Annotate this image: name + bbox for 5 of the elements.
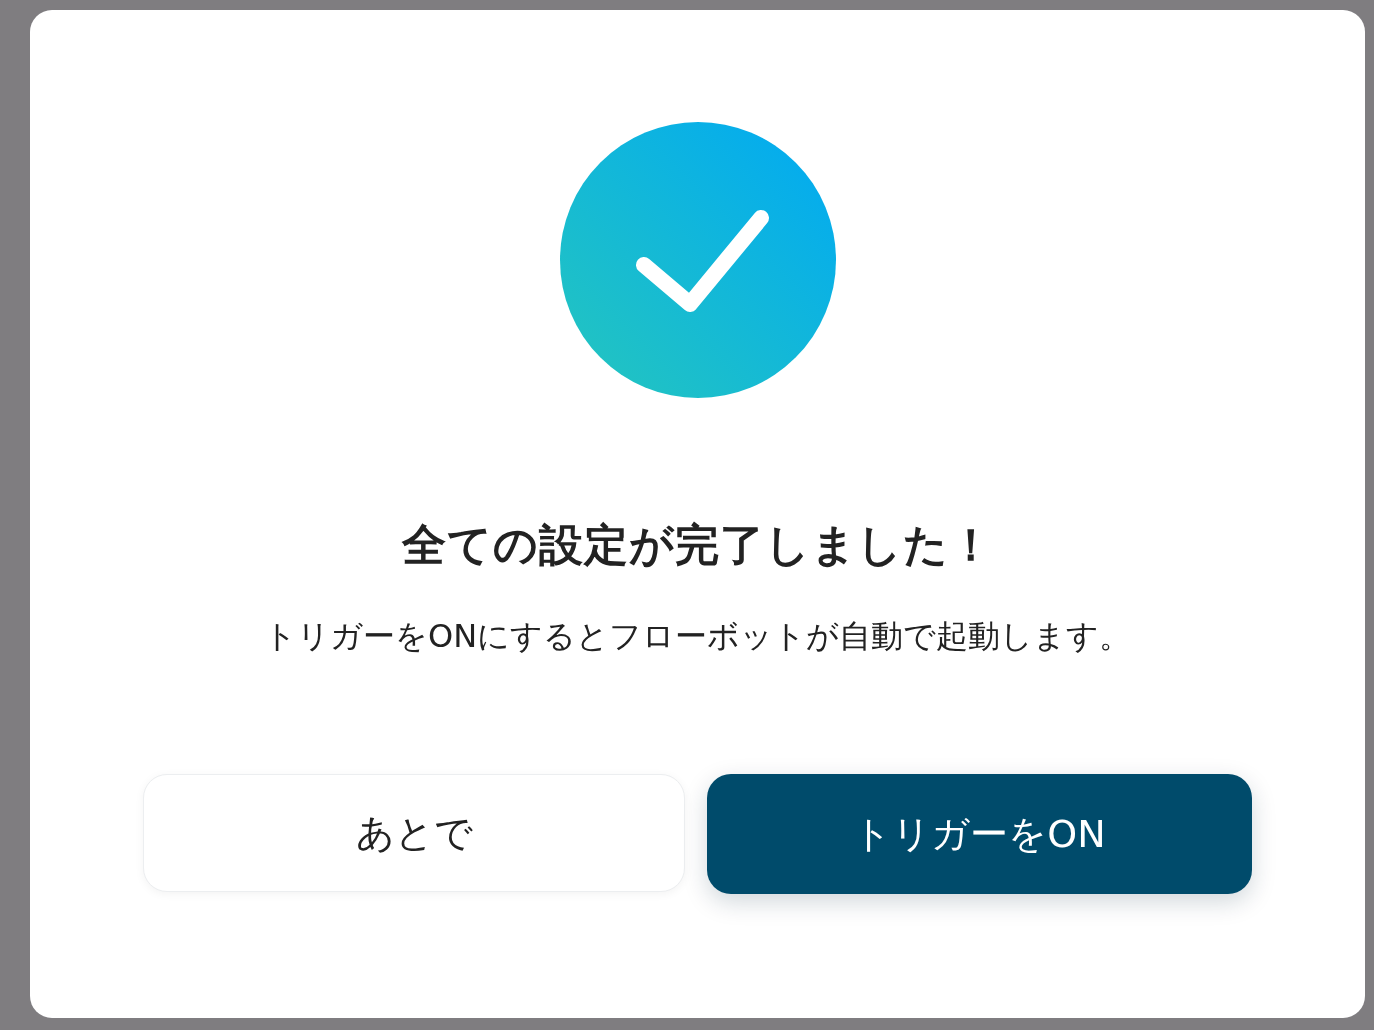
trigger-on-button[interactable]: トリガーをON <box>707 774 1252 894</box>
check-icon <box>559 122 836 398</box>
dialog-message: トリガーをONにするとフローボットが自動で起動します。 <box>263 616 1132 657</box>
dialog-title: 全ての設定が完了しました！ <box>401 518 994 572</box>
later-button[interactable]: あとで <box>143 774 685 892</box>
